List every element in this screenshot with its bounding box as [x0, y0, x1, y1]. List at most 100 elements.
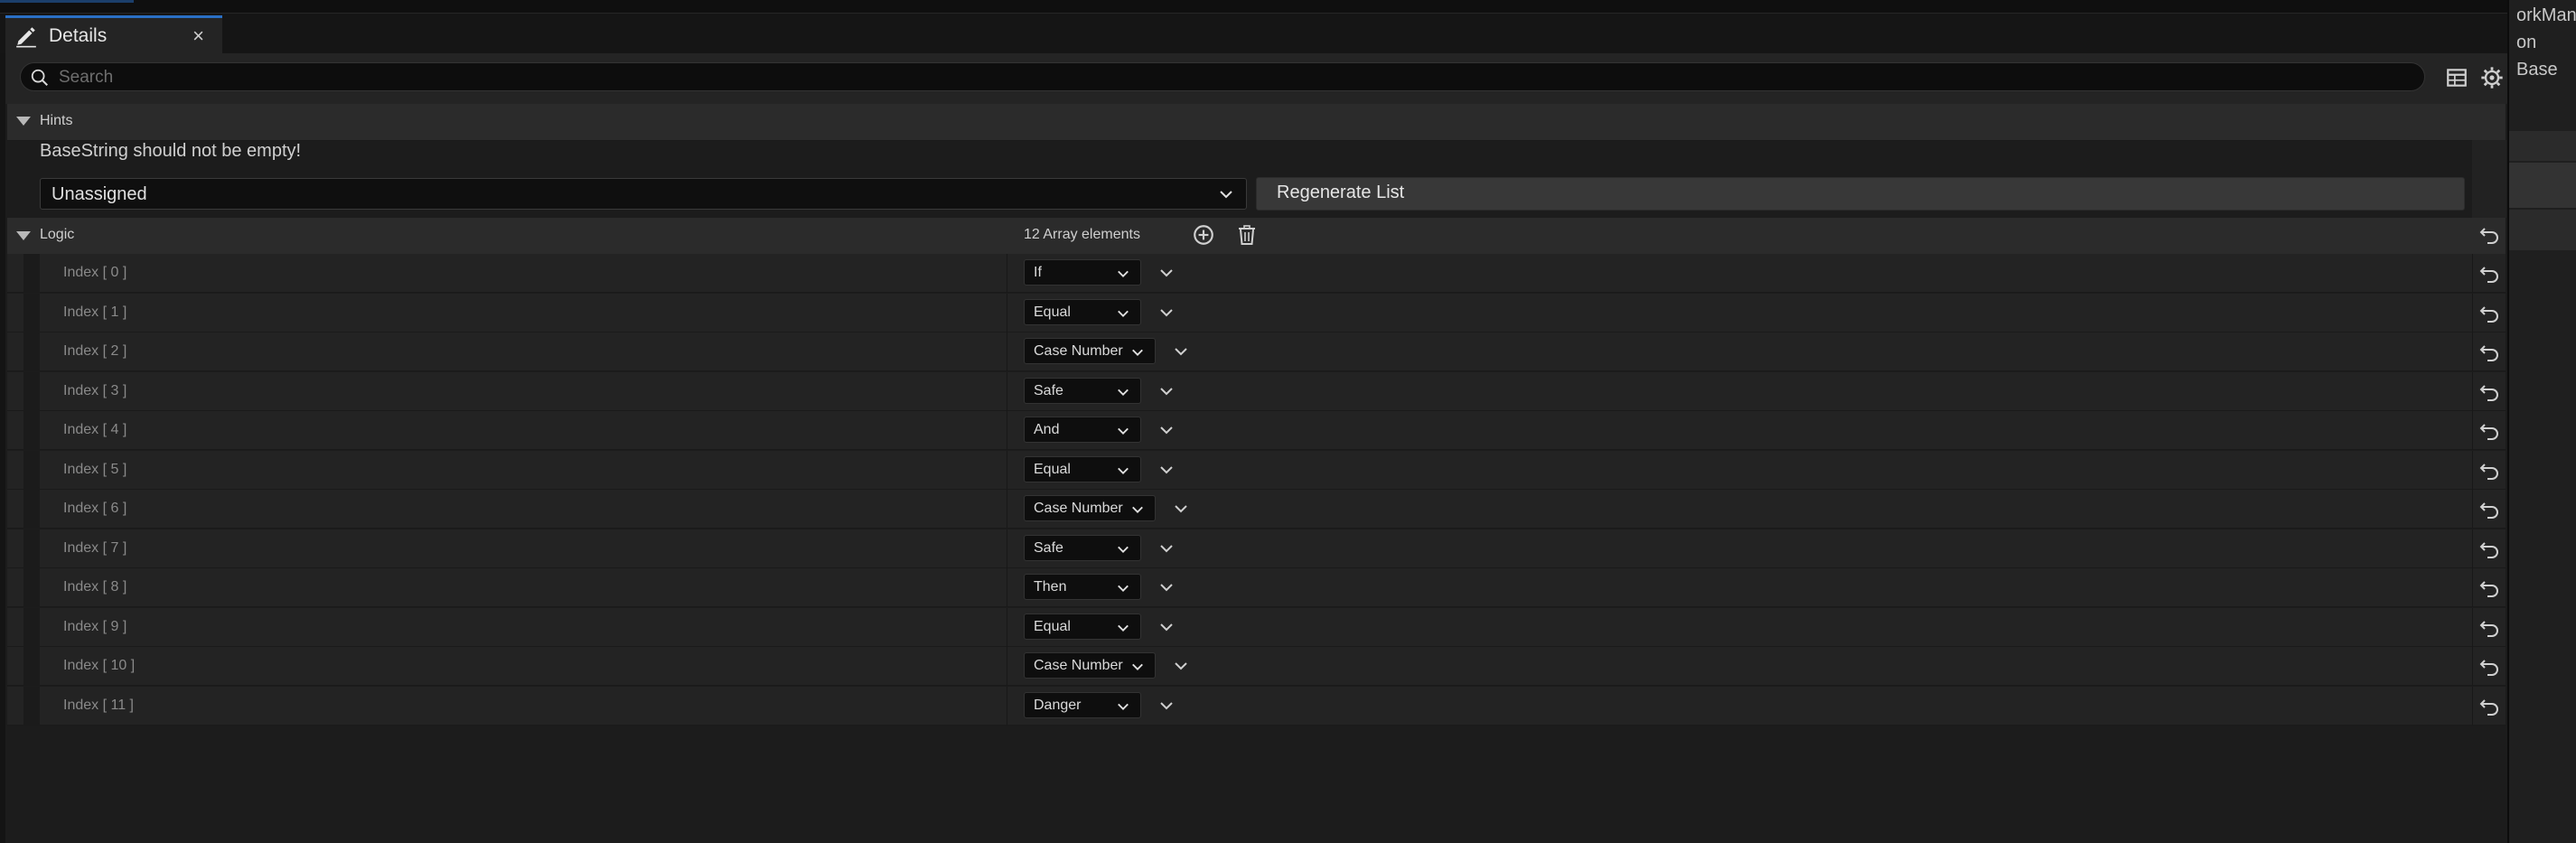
category-label: Hints [40, 113, 73, 128]
category-label: Logic [40, 227, 75, 242]
gear-icon[interactable] [2479, 65, 2505, 90]
reset-icon[interactable] [2478, 422, 2500, 440]
enum-dropdown[interactable]: Equal [1024, 455, 1141, 482]
reset-icon[interactable] [2478, 540, 2500, 558]
search-box[interactable] [20, 62, 2425, 92]
index-label: Index [ 3 ] [63, 382, 127, 398]
enum-dropdown[interactable]: And [1024, 417, 1141, 443]
indent-bar [23, 333, 40, 371]
indent-bar [23, 568, 40, 607]
top-strip [0, 0, 2507, 14]
table-view-icon[interactable] [2445, 66, 2468, 89]
chevron-down-icon[interactable] [1174, 344, 1188, 359]
enum-dropdown[interactable]: Case Number [1024, 652, 1156, 679]
dropdown-value: Case Number [1034, 343, 1123, 359]
dropdown-value: Equal [1034, 461, 1071, 477]
reset-icon[interactable] [2478, 501, 2500, 519]
dropdown-value: Case Number [1034, 658, 1123, 673]
chevron-down-icon [1132, 663, 1143, 670]
regenerate-list-button[interactable]: Regenerate List [1256, 177, 2465, 211]
chevron-down-icon[interactable] [1159, 541, 1174, 556]
array-element-row: Index [ 0 ] If [7, 254, 2506, 293]
reset-icon[interactable] [2478, 579, 2500, 597]
close-icon[interactable]: × [192, 24, 204, 48]
dropdown-value: Safe [1034, 539, 1063, 556]
indent-bar [23, 490, 40, 529]
trash-icon[interactable] [1236, 223, 1258, 247]
enum-dropdown[interactable]: Equal [1024, 298, 1141, 325]
enum-dropdown[interactable]: Danger [1024, 691, 1141, 718]
dropdown-value: Danger [1034, 697, 1082, 713]
indent-bar [23, 293, 40, 333]
reset-icon[interactable] [2478, 343, 2500, 361]
enum-dropdown[interactable]: Case Number [1024, 495, 1156, 521]
index-label: Index [ 1 ] [63, 304, 127, 320]
reset-icon[interactable] [2478, 658, 2500, 676]
enum-dropdown[interactable]: If [1024, 259, 1141, 286]
tab-details[interactable]: Details × [5, 15, 222, 53]
hint-message: BaseString should not be empty! [40, 141, 302, 161]
assignment-dropdown[interactable]: Unassigned [40, 178, 1247, 210]
chevron-down-icon[interactable] [1159, 384, 1174, 398]
category-logic[interactable]: Logic 12 Array elements [7, 218, 2506, 255]
dropdown-value: Equal [1034, 304, 1071, 320]
tab-title: Details [49, 24, 108, 46]
collapse-arrow-icon[interactable] [16, 117, 31, 126]
chevron-down-icon[interactable] [1159, 463, 1174, 477]
chevron-down-icon[interactable] [1159, 698, 1174, 713]
chevron-down-icon [1118, 427, 1129, 435]
add-element-icon[interactable] [1192, 223, 1215, 247]
index-label: Index [ 5 ] [63, 461, 127, 477]
collapse-arrow-icon[interactable] [16, 231, 31, 240]
column-separator [2472, 411, 2473, 450]
top-accent [0, 0, 134, 3]
chevron-down-icon[interactable] [1159, 305, 1174, 320]
enum-dropdown[interactable]: Then [1024, 574, 1141, 600]
enum-dropdown[interactable]: Case Number [1024, 338, 1156, 364]
column-separator [2472, 333, 2473, 371]
dropdown-value: And [1034, 422, 1060, 437]
enum-dropdown[interactable]: Safe [1024, 534, 1141, 561]
enum-dropdown[interactable]: Safe [1024, 377, 1141, 404]
reset-icon[interactable] [2478, 619, 2500, 637]
chevron-down-icon[interactable] [1174, 659, 1188, 673]
array-element-row: Index [ 3 ] Safe [7, 371, 2506, 411]
column-separator [2472, 490, 2473, 529]
search-input[interactable] [57, 63, 2410, 92]
index-label: Index [ 7 ] [63, 539, 127, 556]
indent-bar [23, 411, 40, 450]
index-label: Index [ 2 ] [63, 343, 127, 359]
chevron-down-icon [1118, 624, 1129, 632]
array-element-row: Index [ 9 ] Equal [7, 607, 2506, 647]
panel-text: on [2516, 33, 2537, 52]
column-separator [2472, 568, 2473, 607]
reset-icon[interactable] [2478, 226, 2500, 244]
chevron-down-icon[interactable] [1174, 501, 1188, 516]
category-hints[interactable]: Hints [7, 104, 2506, 141]
column-separator [2472, 686, 2473, 726]
chevron-down-icon[interactable] [1159, 266, 1174, 280]
chevron-down-icon [1118, 270, 1129, 277]
chevron-down-icon[interactable] [1159, 423, 1174, 437]
indent-bar [23, 254, 40, 293]
array-element-row: Index [ 10 ] Case Number [7, 647, 2506, 686]
indent-bar [23, 647, 40, 686]
reset-icon[interactable] [2478, 265, 2500, 283]
index-label: Index [ 10 ] [63, 658, 136, 673]
chevron-down-icon [1220, 191, 1232, 199]
panel-row [2509, 131, 2576, 161]
panel-text: orkMana [2516, 5, 2576, 25]
enum-dropdown[interactable]: Equal [1024, 613, 1141, 640]
chevron-down-icon[interactable] [1159, 580, 1174, 595]
reset-icon[interactable] [2478, 383, 2500, 401]
reset-icon[interactable] [2478, 304, 2500, 323]
index-label: Index [ 9 ] [63, 618, 127, 634]
reset-icon[interactable] [2478, 698, 2500, 716]
column-separator [2472, 647, 2473, 686]
dropdown-value: If [1034, 265, 1042, 280]
chevron-down-icon[interactable] [1159, 620, 1174, 634]
chevron-down-icon [1132, 506, 1143, 513]
chevron-down-icon [1118, 585, 1129, 592]
panel-text: Base [2516, 60, 2558, 80]
reset-icon[interactable] [2478, 462, 2500, 480]
